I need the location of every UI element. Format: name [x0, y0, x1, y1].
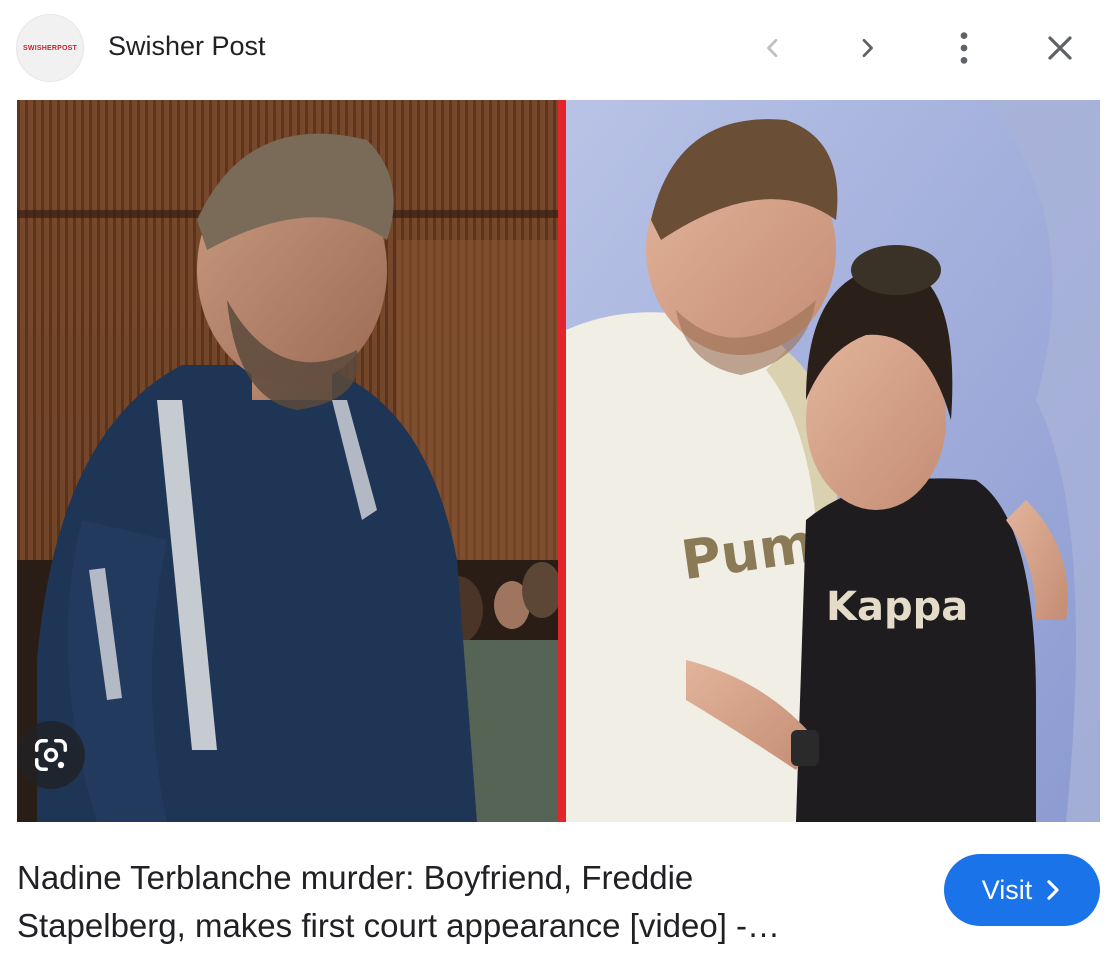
preview-image[interactable]: Puma Kappa: [17, 100, 1100, 822]
image-left-panel: [17, 100, 558, 822]
visit-button[interactable]: Visit: [944, 854, 1100, 926]
caption-line-2: Stapelberg, makes first court appearance…: [17, 907, 781, 944]
close-button[interactable]: [1034, 22, 1086, 74]
image-right-panel: Puma Kappa: [566, 100, 1100, 822]
site-logo-text: SWISHERPOST: [23, 44, 77, 52]
image-caption-title[interactable]: Nadine Terblanche murder: Boyfriend, Fre…: [17, 854, 917, 950]
more-options-button[interactable]: [938, 22, 990, 74]
site-name[interactable]: Swisher Post: [108, 31, 266, 62]
viewer-header: SWISHERPOST Swisher Post: [0, 0, 1114, 100]
shirt-print-right: Kappa: [826, 584, 968, 630]
more-vert-icon: [960, 32, 968, 64]
google-lens-button[interactable]: [17, 721, 85, 789]
previous-button[interactable]: [746, 22, 798, 74]
caption-line-1: Nadine Terblanche murder: Boyfriend, Fre…: [17, 859, 694, 896]
next-button[interactable]: [842, 22, 894, 74]
chevron-left-icon: [767, 38, 778, 58]
image-divider: [558, 100, 566, 822]
visit-button-label: Visit: [981, 874, 1033, 905]
chevron-right-icon: [1047, 880, 1059, 900]
google-lens-icon: [35, 739, 67, 771]
site-logo[interactable]: SWISHERPOST: [16, 14, 84, 82]
close-icon: [1048, 36, 1072, 60]
chevron-right-icon: [862, 38, 873, 58]
